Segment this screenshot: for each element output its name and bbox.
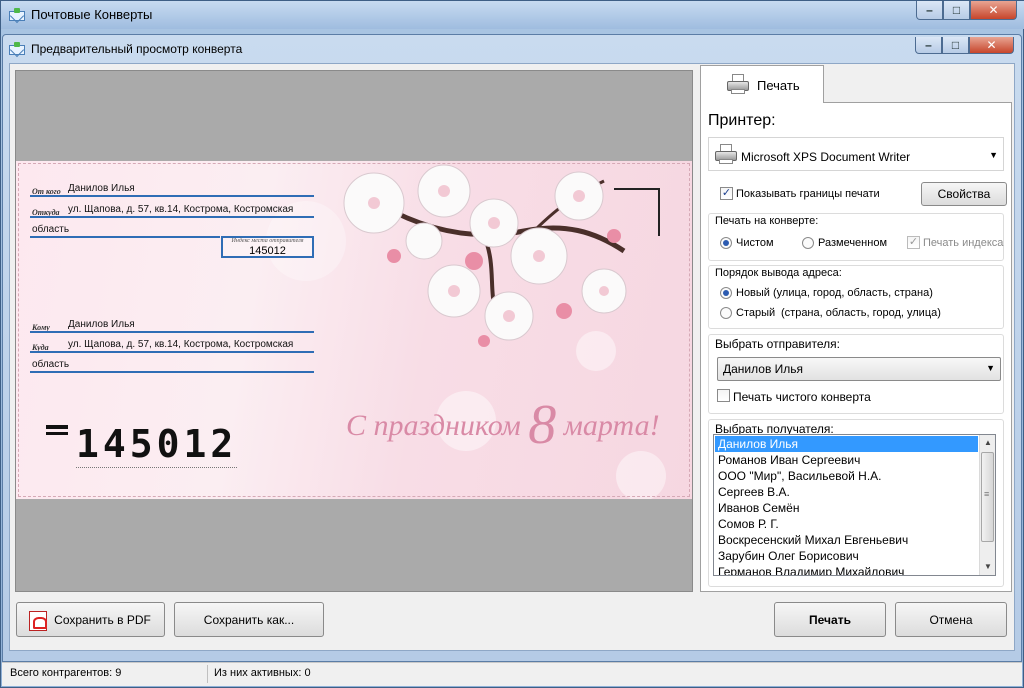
dialog-title: Предварительный просмотр конверта [31,42,243,56]
recipient-address-line1: ул. Щапова, д. 57, кв.14, Кострома, Кост… [68,339,294,350]
greeting-number: 8 [528,394,557,456]
recipient-address-line2: область [32,359,70,370]
envelope-icon [9,42,25,56]
app-title: Почтовые Конверты [31,7,153,22]
sender-index: 145012 [249,245,286,257]
blossom-illustration [343,164,627,347]
print-button[interactable]: Печать [774,602,886,637]
envelope: От кого Данилов Илья Откуда ул. Щапова, … [16,161,692,499]
recipient-list-item[interactable]: Романов Иван Сергеевич [715,452,978,468]
printer-icon [727,74,749,94]
address-order-title: Порядок вывода адреса: [715,267,842,279]
address-order-old-label: Старый [736,307,776,319]
print-on-envelope-title: Печать на конверте: [715,215,819,227]
greeting-prefix: С праздником [346,409,521,442]
address-order-new-radio[interactable] [720,287,732,299]
recipient-list-item[interactable]: Сергеев В.А. [715,484,978,500]
recipient-list-item[interactable]: Сомов Р. Г. [715,516,978,532]
save-as-button[interactable]: Сохранить как... [174,602,324,637]
status-bar: Всего контрагентов: 9 Из них активных: 0 [2,662,1022,686]
recipient-list-item[interactable]: Данилов Илья [715,436,978,452]
sender-combobox-value: Данилов Илья [723,362,804,376]
scroll-up-icon[interactable]: ▲ [980,435,995,451]
address-order-old-radio[interactable] [720,307,732,319]
recipient-list-item[interactable]: Иванов Семён [715,500,978,516]
properties-button[interactable]: Свойства [921,182,1007,206]
envelope-preview: От кого Данилов Илья Откуда ул. Щапова, … [15,70,693,592]
recipient-list-item[interactable]: ООО "Мир", Васильевой Н.А. [715,468,978,484]
sender-combobox[interactable]: Данилов Илья ▼ [717,357,1001,381]
clean-envelope-radio[interactable] [720,237,732,249]
recipient-name: Данилов Илья [68,319,135,330]
chevron-down-icon: ▼ [989,150,998,160]
chevron-down-icon: ▼ [986,363,995,373]
sender-group: Выбрать отправителя: Данилов Илья ▼ Печа… [708,334,1004,414]
minimize-button[interactable]: – [916,1,943,20]
print-on-envelope-group: Печать на конверте: Чистом Размеченном ✓… [708,213,1004,261]
scroll-down-icon[interactable]: ▼ [980,559,995,575]
app-titlebar[interactable]: Почтовые Конверты – □ ✕ [1,1,1024,29]
save-pdf-label: Сохранить в PDF [54,612,151,627]
dialog-maximize-button[interactable]: □ [942,37,969,54]
status-active: Из них активных: 0 [214,667,311,679]
marked-envelope-radio[interactable] [802,237,814,249]
recipient-list-item[interactable]: Германов Владимир Михайлович [715,564,978,575]
greeting-text: С праздником 8 марта! [346,393,660,457]
sender-index-caption: Индекс места отправителя [231,238,304,244]
save-pdf-button[interactable]: Сохранить в PDF [16,602,165,637]
dialog-titlebar[interactable]: Предварительный просмотр конверта – □ ✕ [3,35,1021,63]
print-index-label: Печать индекса [923,237,1004,249]
pdf-icon [29,611,47,631]
sender-name: Данилов Илья [68,183,135,194]
show-print-bounds-checkbox[interactable]: ✓ [720,187,733,200]
postcode-stencil: 145012 [46,421,238,468]
status-total: Всего контрагентов: 9 [10,667,122,679]
address-order-new-label: Новый [736,287,770,299]
address-order-new-hint: (улица, город, область, страна) [773,287,933,299]
dialog-close-button[interactable]: ✕ [969,37,1014,54]
sender-index-box: Индекс места отправителя 145012 [221,236,314,258]
printer-heading: Принтер: [708,112,776,129]
scroll-thumb[interactable] [981,452,994,542]
cancel-button[interactable]: Отмена [895,602,1007,637]
recipient-list-scrollbar[interactable]: ▲ ▼ [979,435,995,575]
close-button[interactable]: ✕ [970,1,1017,20]
postcode-digits: 145012 [76,422,238,468]
sender-address-line1: ул. Щапова, д. 57, кв.14, Кострома, Кост… [68,204,294,215]
show-print-bounds-label: Показывать границы печати [736,188,880,200]
envelope-icon [9,8,25,22]
marked-envelope-label: Размеченном [818,237,888,249]
greeting-suffix: марта! [563,409,660,442]
tab-print[interactable]: Печать [700,65,824,103]
recipient-list-item[interactable]: Воскресенский Михал Евгеньевич [715,532,978,548]
recipient-listbox[interactable]: Данилов Илья Романов Иван Сергеевич ООО "М… [713,434,996,576]
printer-name: Microsoft XPS Document Writer [741,150,911,164]
tab-print-label: Печать [757,78,800,93]
maximize-button[interactable]: □ [943,1,970,20]
print-index-checkbox[interactable]: ✓ [907,236,920,249]
address-order-group: Порядок вывода адреса: Новый (улица, гор… [708,265,1004,329]
dialog-minimize-button[interactable]: – [915,37,942,54]
printer-icon [715,144,737,164]
clean-envelope-label: Чистом [736,237,774,249]
recipient-list-item[interactable]: Зарубин Олег Борисович [715,548,978,564]
print-blank-label: Печать чистого конверта [733,390,871,404]
address-order-old-hint: (страна, область, город, улица) [781,307,941,319]
sender-select-title: Выбрать отправителя: [715,337,840,351]
print-blank-checkbox[interactable] [717,389,730,402]
sender-address-line2: область [32,224,70,235]
printer-select[interactable]: Microsoft XPS Document Writer ▼ [708,137,1004,171]
